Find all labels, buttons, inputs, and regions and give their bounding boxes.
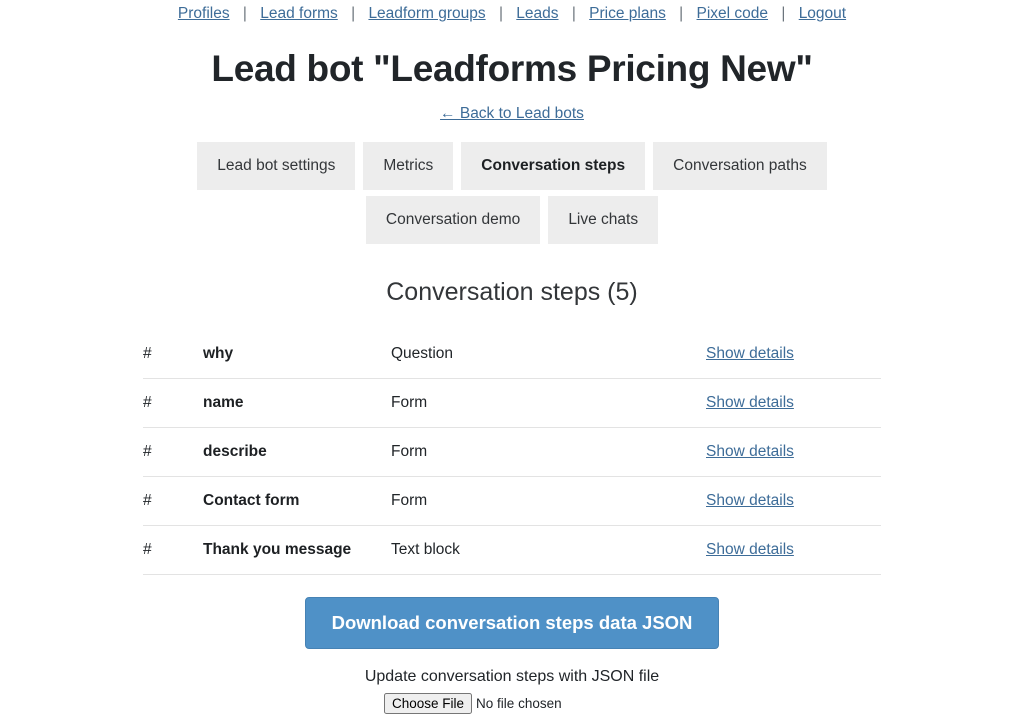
tab-conversation-steps[interactable]: Conversation steps [461,142,646,190]
nav-link-lead-forms[interactable]: Lead forms [260,5,338,22]
top-navigation: Profiles | Lead forms | Leadform groups … [0,0,1024,24]
tab-lead-bot-settings[interactable]: Lead bot settings [197,142,356,190]
table-row: # why Question Show details [143,330,881,379]
show-details-link[interactable]: Show details [706,492,794,509]
nav-link-pixel-code[interactable]: Pixel code [697,5,769,22]
step-handle-icon[interactable]: # [143,476,203,526]
nav-separator: | [781,5,786,22]
step-action-cell: Show details [706,378,881,428]
table-row: # name Form Show details [143,378,881,428]
step-type: Form [391,476,706,526]
step-action-cell: Show details [706,525,881,575]
nav-separator: | [498,5,503,22]
show-details-link[interactable]: Show details [706,394,794,411]
step-name: why [203,330,391,379]
file-input-row [143,693,881,714]
step-name: Contact form [203,476,391,526]
page-title: Lead bot "Leadforms Pricing New" [211,48,813,89]
nav-separator: | [242,5,247,22]
tab-conversation-paths[interactable]: Conversation paths [653,142,827,190]
download-json-button[interactable]: Download conversation steps data JSON [304,597,720,649]
table-row: # Contact form Form Show details [143,476,881,526]
step-action-cell: Show details [706,427,881,477]
nav-separator: | [351,5,356,22]
step-action-cell: Show details [706,476,881,526]
step-handle-icon[interactable]: # [143,330,203,379]
step-handle-icon[interactable]: # [143,427,203,477]
actions-container: Download conversation steps data JSON [0,597,1024,649]
tab-bar: Lead bot settings Metrics Conversation s… [128,142,896,244]
tab-metrics[interactable]: Metrics [363,142,454,190]
step-handle-icon[interactable]: # [143,378,203,428]
nav-separator: | [679,5,684,22]
section-heading: Conversation steps (5) [386,278,638,306]
tab-conversation-demo[interactable]: Conversation demo [365,196,541,244]
nav-link-leadform-groups[interactable]: Leadform groups [368,5,485,22]
step-name: Thank you message [203,525,391,575]
show-details-link[interactable]: Show details [706,443,794,460]
page-root: Profiles | Lead forms | Leadform groups … [0,0,1024,724]
conversation-steps-table: # why Question Show details # name Form … [143,330,881,575]
show-details-link[interactable]: Show details [706,541,794,558]
upload-label: Update conversation steps with JSON file [364,668,660,685]
nav-link-logout[interactable]: Logout [799,5,846,22]
back-to-lead-bots-link[interactable]: ← Back to Lead bots [440,105,584,122]
tab-live-chats[interactable]: Live chats [548,196,659,244]
back-link-container: ← Back to Lead bots [0,104,1024,124]
step-type: Text block [391,525,706,575]
step-type: Form [391,427,706,477]
step-type: Question [391,330,706,379]
step-action-cell: Show details [706,330,881,379]
nav-link-leads[interactable]: Leads [516,5,558,22]
nav-link-profiles[interactable]: Profiles [178,5,230,22]
step-name: name [203,378,391,428]
step-name: describe [203,427,391,477]
step-handle-icon[interactable]: # [143,525,203,575]
upload-block: Update conversation steps with JSON file… [143,667,881,724]
show-details-link[interactable]: Show details [706,345,794,362]
nav-link-price-plans[interactable]: Price plans [589,5,666,22]
nav-separator: | [571,5,576,22]
json-file-input[interactable] [384,693,640,714]
table-row: # describe Form Show details [143,427,881,477]
step-type: Form [391,378,706,428]
table-row: # Thank you message Text block Show deta… [143,525,881,575]
